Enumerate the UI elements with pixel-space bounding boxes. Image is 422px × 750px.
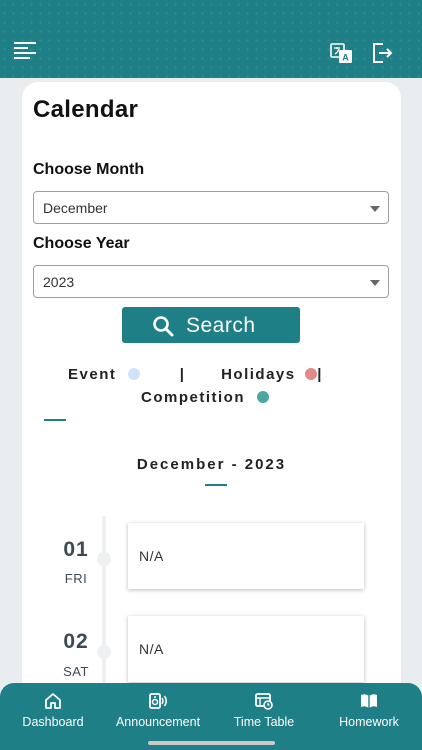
year-label: Choose Year (33, 235, 130, 252)
year-select-value: 2023 (43, 274, 75, 290)
divider (44, 419, 66, 421)
svg-text:A: A (342, 53, 349, 63)
nav-homework[interactable]: Homework (328, 691, 410, 729)
page-title: Calendar (33, 96, 139, 123)
bottom-navigation: Dashboard Announcement Time Table Homewo… (0, 683, 422, 750)
day-number: 01 (63, 538, 89, 561)
day-name: FRI (64, 571, 88, 586)
legend-row-2: Competition (141, 389, 269, 406)
event-dot-icon (128, 368, 141, 380)
nav-timetable[interactable]: Time Table (222, 691, 306, 729)
year-select[interactable]: 2023 (33, 265, 389, 298)
chevron-down-icon (370, 280, 380, 286)
legend-separator: | (317, 366, 323, 383)
nav-dashboard[interactable]: Dashboard (12, 691, 94, 729)
event-card[interactable]: N/A (128, 616, 364, 682)
legend-row-1: Event | Holidays | (68, 366, 323, 383)
month-select-value: December (43, 200, 108, 216)
chevron-down-icon (370, 206, 380, 212)
event-card[interactable]: N/A (128, 523, 364, 589)
event-text: N/A (139, 641, 164, 657)
nav-label: Dashboard (22, 715, 84, 729)
nav-label: Homework (339, 715, 399, 729)
day-number: 02 (63, 630, 89, 653)
legend-event-label: Event (68, 366, 117, 383)
month-label: Choose Month (33, 161, 145, 178)
divider (205, 484, 227, 486)
search-icon (153, 316, 174, 337)
home-icon (45, 693, 61, 709)
search-button[interactable]: Search (122, 307, 300, 343)
book-icon (361, 694, 377, 708)
search-label: Search (186, 314, 256, 337)
nav-announcement[interactable]: Announcement (106, 691, 210, 729)
translate-icon[interactable]: A (330, 42, 354, 66)
logout-icon[interactable] (370, 41, 394, 65)
announcement-icon (149, 693, 167, 709)
timetable-icon (255, 693, 273, 710)
nav-label: Announcement (115, 715, 201, 729)
month-select[interactable]: December (33, 191, 389, 224)
menu-icon[interactable] (14, 42, 36, 60)
legend-separator: | (179, 366, 186, 383)
day-name: SAT (63, 664, 89, 679)
holidays-dot-icon (305, 368, 318, 380)
home-indicator[interactable] (148, 741, 275, 745)
top-app-bar: A (0, 0, 422, 78)
event-text: N/A (139, 548, 164, 564)
legend-competition-label: Competition (141, 389, 245, 406)
legend-holidays-label: Holidays (221, 366, 296, 383)
nav-label: Time Table (233, 715, 295, 729)
competition-dot-icon (256, 391, 269, 403)
calendar-card: Calendar Choose Month December Choose Ye… (22, 82, 401, 736)
month-heading: December - 2023 (136, 456, 287, 473)
